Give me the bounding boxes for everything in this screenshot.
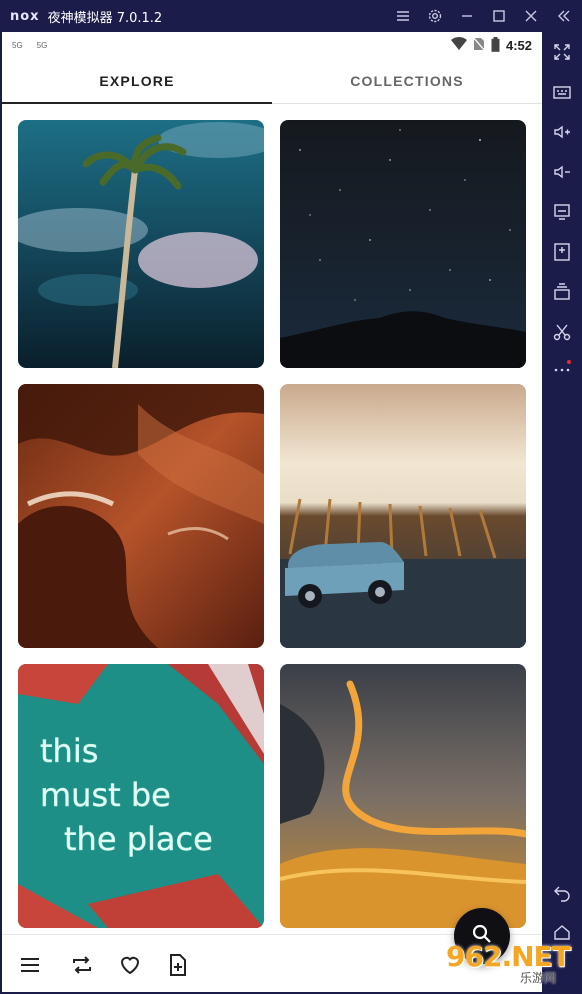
photo-card[interactable]: this must be the place [18,664,264,928]
heart-icon[interactable] [118,953,142,977]
screen-icon[interactable] [552,202,572,222]
emulator-title-bar: nox 夜神模拟器 7.0.1.2 [0,0,582,32]
starry-sky-photo [280,120,526,368]
watermark-sub: 乐游网 [520,970,557,985]
menu-icon[interactable] [394,7,412,25]
vintage-car-photo [280,384,526,648]
tab-explore[interactable]: EXPLORE [2,58,272,104]
neon-line-1: this [40,732,98,770]
add-file-icon[interactable] [166,953,190,977]
volume-down-icon[interactable] [552,162,572,182]
site-watermark: 962.NET 乐游网 [446,934,582,994]
close-icon[interactable] [522,7,540,25]
minimize-icon[interactable] [458,7,476,25]
tab-bar: EXPLORE COLLECTIONS [2,58,542,104]
shuffle-icon[interactable] [70,953,94,977]
more-icon[interactable] [552,358,572,378]
canyon-photo [18,384,264,648]
neon-sign-photo: this must be the place [18,664,264,928]
photo-card[interactable] [18,120,264,368]
apk-icon[interactable] [552,242,572,262]
photo-card[interactable] [18,384,264,648]
no-sim-icon [472,36,486,53]
emulator-title: 夜神模拟器 7.0.1.2 [47,10,163,26]
menu-icon[interactable] [18,953,42,977]
nox-logo: nox [10,8,40,24]
clock: 4:52 [505,37,532,53]
back-icon[interactable] [552,882,572,902]
cut-icon[interactable] [552,322,572,342]
collapse-icon[interactable] [554,7,572,25]
volume-up-icon[interactable] [552,122,572,142]
settings-icon[interactable] [426,7,444,25]
tab-collections[interactable]: COLLECTIONS [272,58,542,103]
neon-line-2: must be [40,776,171,814]
watermark-main: 962.NET [446,939,571,973]
photo-card[interactable] [280,120,526,368]
android-screen: 5G 5G 4:52 EXPLORE COLLECTIONS this must… [2,32,542,992]
photo-card[interactable] [280,664,526,928]
status-bar: 5G 5G 4:52 [2,32,542,58]
wifi-icon [450,37,467,53]
battery-icon [491,36,500,54]
keyboard-icon[interactable] [552,82,572,102]
maximize-icon[interactable] [490,7,508,25]
sand-dunes-photo [280,664,526,928]
neon-line-3: the place [64,820,213,858]
sim2-label: 5G [36,40,48,50]
emulator-side-toolbar [542,32,582,994]
photo-card[interactable] [280,384,526,648]
palm-tree-photo [18,120,264,368]
multi-instance-icon[interactable] [552,282,572,302]
fullscreen-icon[interactable] [552,42,572,62]
sim1-label: 5G [12,40,23,50]
